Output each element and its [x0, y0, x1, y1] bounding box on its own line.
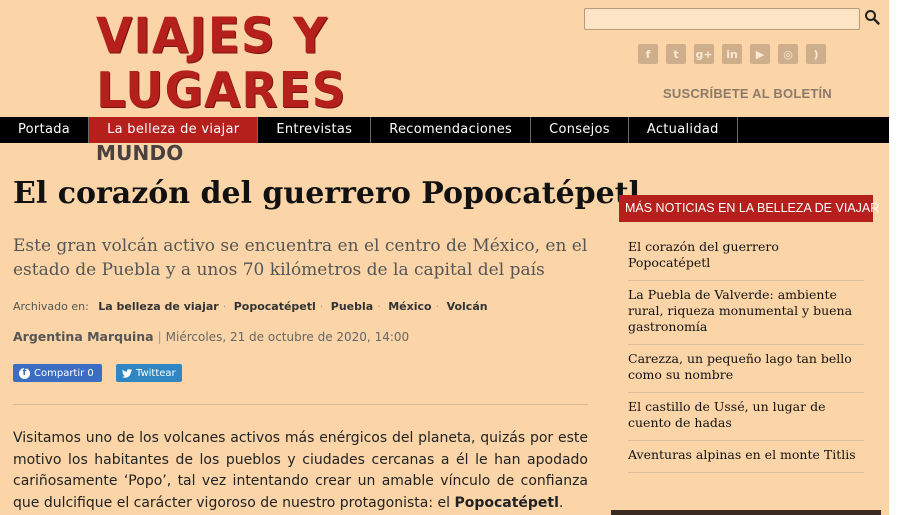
search-button[interactable]	[864, 9, 882, 27]
facebook-icon[interactable]: f	[638, 44, 658, 64]
twitter-icon[interactable]: t	[666, 44, 686, 64]
nav-item-consejos[interactable]: Consejos	[531, 117, 629, 143]
facebook-share-button[interactable]: f Compartir 0	[13, 364, 102, 382]
article-body: Visitamos uno de los volcanes activos má…	[13, 428, 588, 514]
tag-link[interactable]: Puebla	[331, 300, 373, 313]
sidebar-heading: MÁS NOTICIAS EN LA BELLEZA DE VIAJAR	[619, 195, 879, 222]
sidebar-news-item[interactable]: El castillo de Ussé, un lugar de cuento …	[628, 393, 864, 441]
sidebar-news-list: El corazón del guerrero Popocatépetl La …	[628, 233, 864, 473]
social-links: f t g+ in ▶ ◎ )	[638, 44, 826, 64]
sidebar-news-item[interactable]: La Puebla de Valverde: ambiente rural, r…	[628, 281, 864, 345]
tag-link[interactable]: Popocatépetl	[234, 300, 316, 313]
nav-item-entrevistas[interactable]: Entrevistas	[258, 117, 372, 143]
sidebar-news-item[interactable]: El corazón del guerrero Popocatépetl	[628, 233, 864, 281]
rss-icon[interactable]: )	[806, 44, 826, 64]
search-input[interactable]	[584, 8, 860, 30]
tag-link[interactable]: La belleza de viajar	[98, 300, 218, 313]
article-divider	[13, 404, 588, 405]
archived-label: Archivado en:	[13, 300, 89, 313]
nav-item-portada[interactable]: Portada	[0, 117, 90, 143]
search-icon	[865, 10, 880, 25]
article-title: El corazón del guerrero Popocatépetl	[13, 176, 640, 211]
google-plus-icon[interactable]: g+	[694, 44, 714, 64]
body-bold: Popocatépetl	[454, 494, 559, 511]
nav-item-recomendaciones[interactable]: Recomendaciones	[371, 117, 532, 143]
tag-link[interactable]: Volcán	[447, 300, 488, 313]
newsletter-link[interactable]: SUSCRÍBETE AL BOLETÍN	[663, 86, 832, 101]
instagram-icon[interactable]: ◎	[778, 44, 798, 64]
youtube-icon[interactable]: ▶	[750, 44, 770, 64]
article-date: Miércoles, 21 de octubre de 2020, 14:00	[165, 330, 410, 344]
sidebar-news-item[interactable]: Aventuras alpinas en el monte Titlis	[628, 441, 864, 473]
linkedin-icon[interactable]: in	[722, 44, 742, 64]
twitter-icon	[122, 368, 132, 378]
facebook-share-label: Compartir 0	[34, 367, 94, 379]
logo-title: VIAJES Y LUGARES	[96, 7, 347, 120]
tag-link[interactable]: México	[388, 300, 431, 313]
nav-item-la-belleza-de-viajar[interactable]: La belleza de viajar	[89, 117, 259, 143]
article-byline: Argentina Marquina | Miércoles, 21 de octu…	[13, 329, 410, 344]
twitter-share-button[interactable]: Twittear	[116, 364, 182, 382]
article-subtitle: Este gran volcán activo se encuentra en …	[13, 236, 588, 280]
author-link[interactable]: Argentina Marquina	[13, 329, 154, 344]
facebook-icon: f	[19, 367, 30, 379]
page-right-margin	[889, 0, 905, 515]
body-end: .	[558, 494, 564, 511]
sidebar-news-item[interactable]: Carezza, un pequeño lago tan bello como …	[628, 345, 864, 393]
twitter-share-label: Twittear	[136, 367, 176, 379]
main-nav: Portada La belleza de viajar Entrevistas…	[0, 117, 889, 143]
sidebar-image-edge	[611, 510, 881, 515]
article-tags: Archivado en: La belleza de viajar · Popo…	[13, 300, 488, 313]
nav-item-actualidad[interactable]: Actualidad	[629, 117, 738, 143]
